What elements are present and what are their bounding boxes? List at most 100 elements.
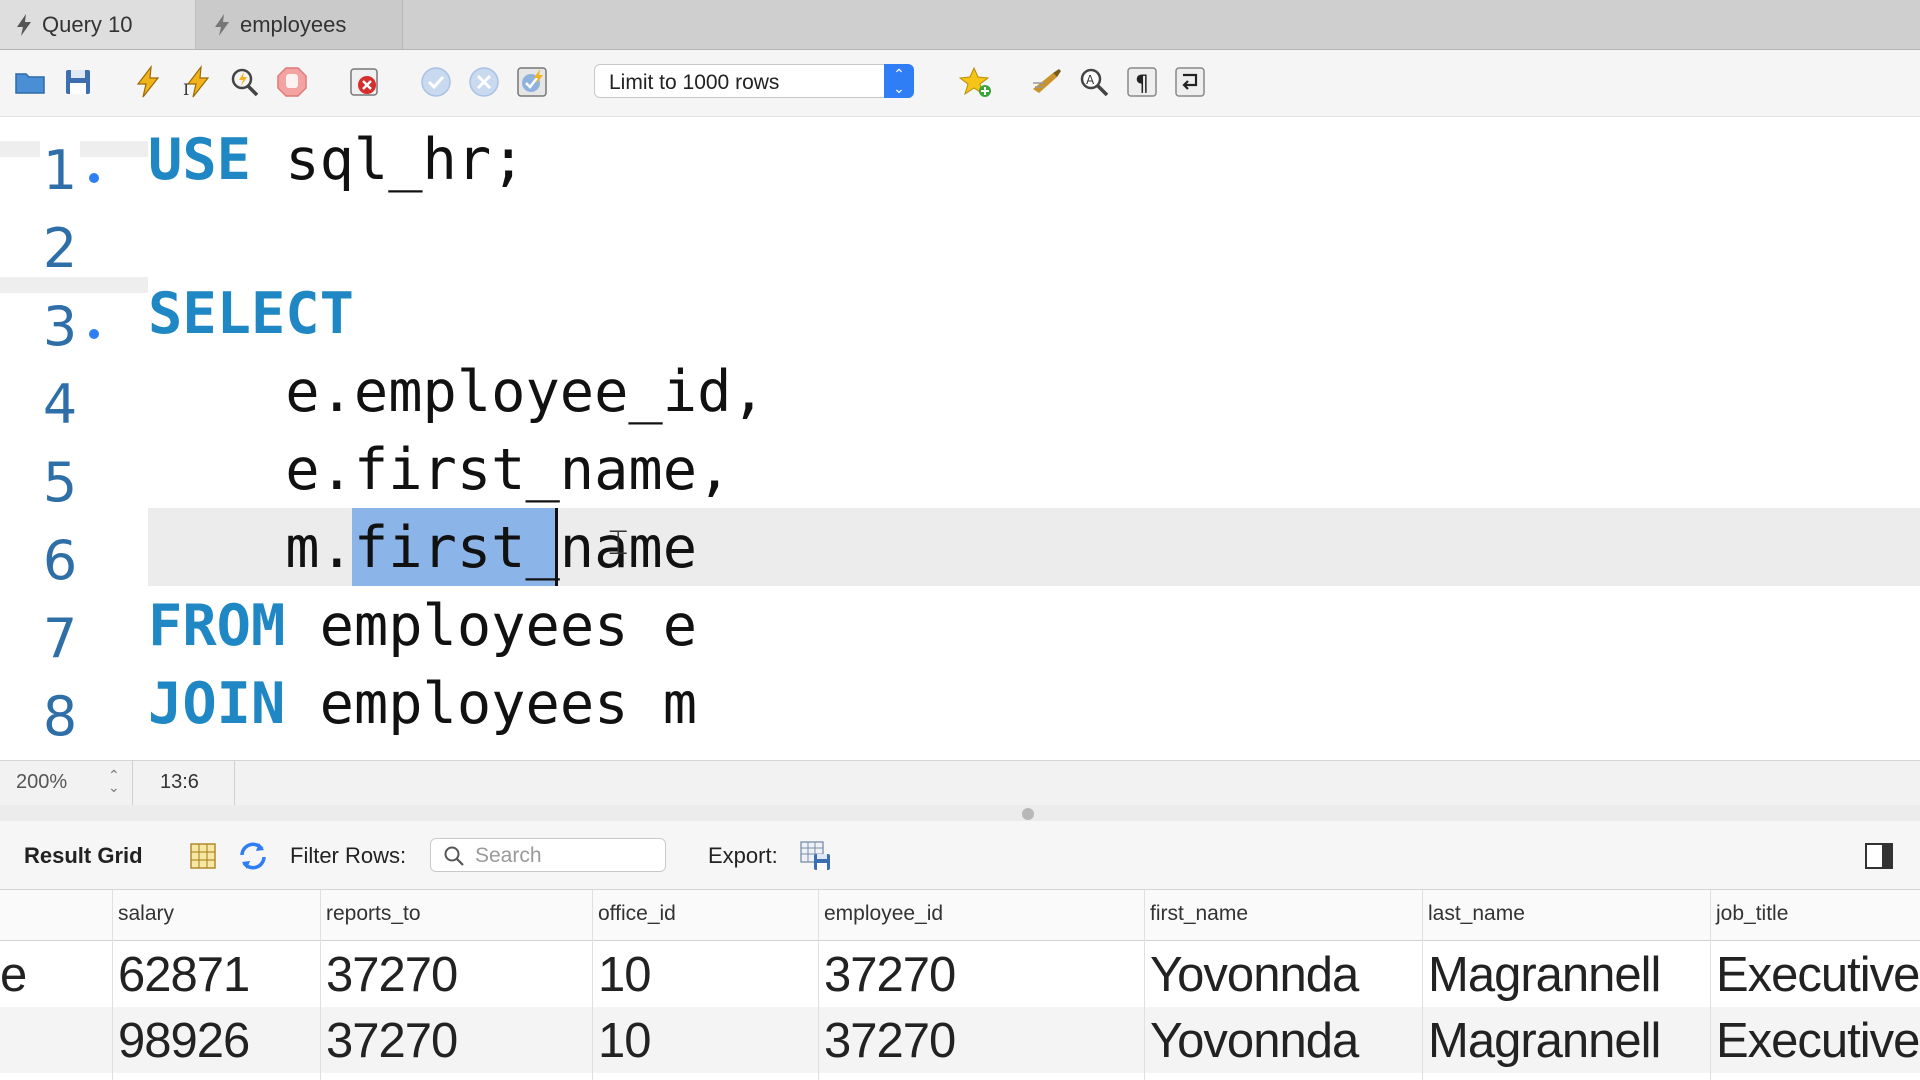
line-number: 6: [42, 529, 78, 592]
autocommit-icon[interactable]: [514, 64, 550, 100]
table-cell[interactable]: 10: [598, 947, 652, 1003]
export-label: Export:: [708, 843, 778, 868]
code-line-1[interactable]: USE sql_hr;: [148, 127, 526, 193]
column-header-employee-id[interactable]: employee_id: [824, 902, 943, 926]
bookmark-star-icon[interactable]: [958, 64, 994, 100]
code-line-8[interactable]: JOIN employees m: [148, 671, 697, 737]
column-header-reports-to[interactable]: reports_to: [326, 902, 421, 926]
table-cell[interactable]: 37270: [824, 1013, 956, 1069]
svg-text:A: A: [1086, 73, 1095, 87]
line-number: 5: [42, 451, 78, 514]
side-panel-toggle-icon[interactable]: [1864, 841, 1894, 871]
zoom-level: 200%: [16, 771, 68, 793]
open-folder-icon[interactable]: [12, 64, 48, 100]
limit-rows-select[interactable]: Limit to 1000 rows ⌃ ⌄: [594, 64, 914, 98]
wrap-icon[interactable]: [1172, 64, 1208, 100]
table-cell[interactable]: Executive: [1716, 1013, 1920, 1069]
tab-query-10[interactable]: Query 10: [0, 0, 196, 49]
column-divider: [1144, 890, 1145, 1080]
column-header-last-name[interactable]: last_name: [1428, 902, 1525, 926]
table-cell[interactable]: Yovonnda: [1150, 947, 1359, 1003]
splitter-handle-icon[interactable]: [1022, 808, 1034, 820]
column-divider: [1422, 890, 1423, 1080]
sql-toolbar: I Limit to 1000 rows ⌃ ⌄ A ¶: [0, 50, 1920, 117]
rollback-icon[interactable]: [466, 64, 502, 100]
tab-label: Query 10: [42, 11, 133, 37]
table-cell[interactable]: 37270: [824, 947, 956, 1003]
search-placeholder: Search: [475, 844, 542, 867]
line-number: 2: [42, 217, 78, 280]
keyword: JOIN: [148, 671, 286, 737]
beautify-icon[interactable]: [1028, 64, 1064, 100]
code-line-7[interactable]: FROM employees e: [148, 593, 697, 659]
column-divider: [112, 890, 113, 1080]
code-line-4[interactable]: e.employee_id,: [148, 359, 765, 425]
stop-icon[interactable]: [274, 64, 310, 100]
error-toggle-icon[interactable]: [346, 64, 382, 100]
find-icon[interactable]: A: [1076, 64, 1112, 100]
column-header-salary[interactable]: salary: [118, 902, 174, 926]
svg-text:I: I: [183, 80, 189, 99]
lightning-icon: [215, 13, 229, 36]
fold-marker-icon[interactable]: [89, 329, 99, 339]
table-row[interactable]: 98926 37270 10 37270 Yovonnda Magrannell…: [0, 1007, 1920, 1073]
code-line-5[interactable]: e.first_name,: [148, 437, 731, 503]
result-toolbar: Result Grid Filter Rows: Search Export:: [0, 821, 1920, 890]
column-header-first-name[interactable]: first_name: [1150, 902, 1248, 926]
ibeam-cursor-icon: ⌶: [608, 523, 629, 563]
column-divider: [818, 890, 819, 1080]
result-grid-title[interactable]: Result Grid: [24, 843, 143, 869]
result-grid[interactable]: salary reports_to office_id employee_id …: [0, 890, 1920, 1080]
commit-icon[interactable]: [418, 64, 454, 100]
table-cell[interactable]: 37270: [326, 947, 458, 1003]
export-icon[interactable]: [798, 839, 832, 873]
execute-current-icon[interactable]: I: [178, 64, 214, 100]
table-cell[interactable]: e: [0, 947, 27, 1003]
execute-icon[interactable]: [130, 64, 166, 100]
column-divider: [1710, 890, 1711, 1080]
grid-columns-icon[interactable]: [186, 839, 220, 873]
table-cell[interactable]: Executive: [1716, 947, 1920, 1003]
table-row[interactable]: e 62871 37270 10 37270 Yovonnda Magranne…: [0, 941, 1920, 1007]
code-text: employees m: [285, 671, 698, 737]
filter-search-input[interactable]: Search: [430, 838, 666, 872]
sql-editor[interactable]: 1 USE sql_hr; 2 3 SELECT 4 e.employee_id…: [0, 117, 1920, 760]
code-text: sql_hr;: [250, 127, 526, 193]
search-icon: [444, 846, 464, 866]
table-cell[interactable]: 62871: [118, 947, 250, 1003]
grid-header: salary reports_to office_id employee_id …: [0, 890, 1920, 941]
table-cell[interactable]: Magrannell: [1428, 947, 1661, 1003]
invisibles-icon[interactable]: ¶: [1124, 64, 1160, 100]
code-text: employees e: [285, 593, 698, 659]
save-icon[interactable]: [60, 64, 96, 100]
keyword: FROM: [148, 593, 286, 659]
lightning-icon: [17, 13, 31, 36]
column-header-job-title[interactable]: job_title: [1716, 902, 1788, 926]
tab-label: employees: [240, 11, 347, 37]
keyword: USE: [148, 127, 251, 193]
line-number: 4: [42, 373, 78, 436]
pane-splitter[interactable]: [0, 805, 1920, 821]
tab-employees[interactable]: employees: [196, 0, 403, 49]
tab-bar: Query 10 employees: [0, 0, 1920, 50]
text-caret: [555, 508, 558, 586]
divider: [234, 761, 235, 805]
column-header-office-id[interactable]: office_id: [598, 902, 676, 926]
refresh-icon[interactable]: [236, 839, 270, 873]
fold-marker-icon[interactable]: [89, 173, 99, 183]
table-cell[interactable]: 10: [598, 1013, 652, 1069]
limit-rows-value: Limit to 1000 rows: [609, 71, 780, 94]
column-divider: [592, 890, 593, 1080]
table-cell[interactable]: 98926: [118, 1013, 250, 1069]
table-cell[interactable]: Yovonnda: [1150, 1013, 1359, 1069]
code-line-3[interactable]: SELECT: [148, 281, 354, 347]
table-cell[interactable]: 37270: [326, 1013, 458, 1069]
editor-status-bar: 200% ⌃ ⌄ 13:6: [0, 760, 1920, 806]
table-cell[interactable]: Magrannell: [1428, 1013, 1661, 1069]
zoom-stepper-icon[interactable]: ⌃ ⌄: [108, 768, 120, 794]
divider: [132, 761, 133, 805]
explain-icon[interactable]: [226, 64, 262, 100]
line-number: 3: [42, 295, 78, 358]
line-number: 1: [42, 139, 78, 202]
select-chevron-icon: ⌃ ⌄: [884, 64, 914, 98]
